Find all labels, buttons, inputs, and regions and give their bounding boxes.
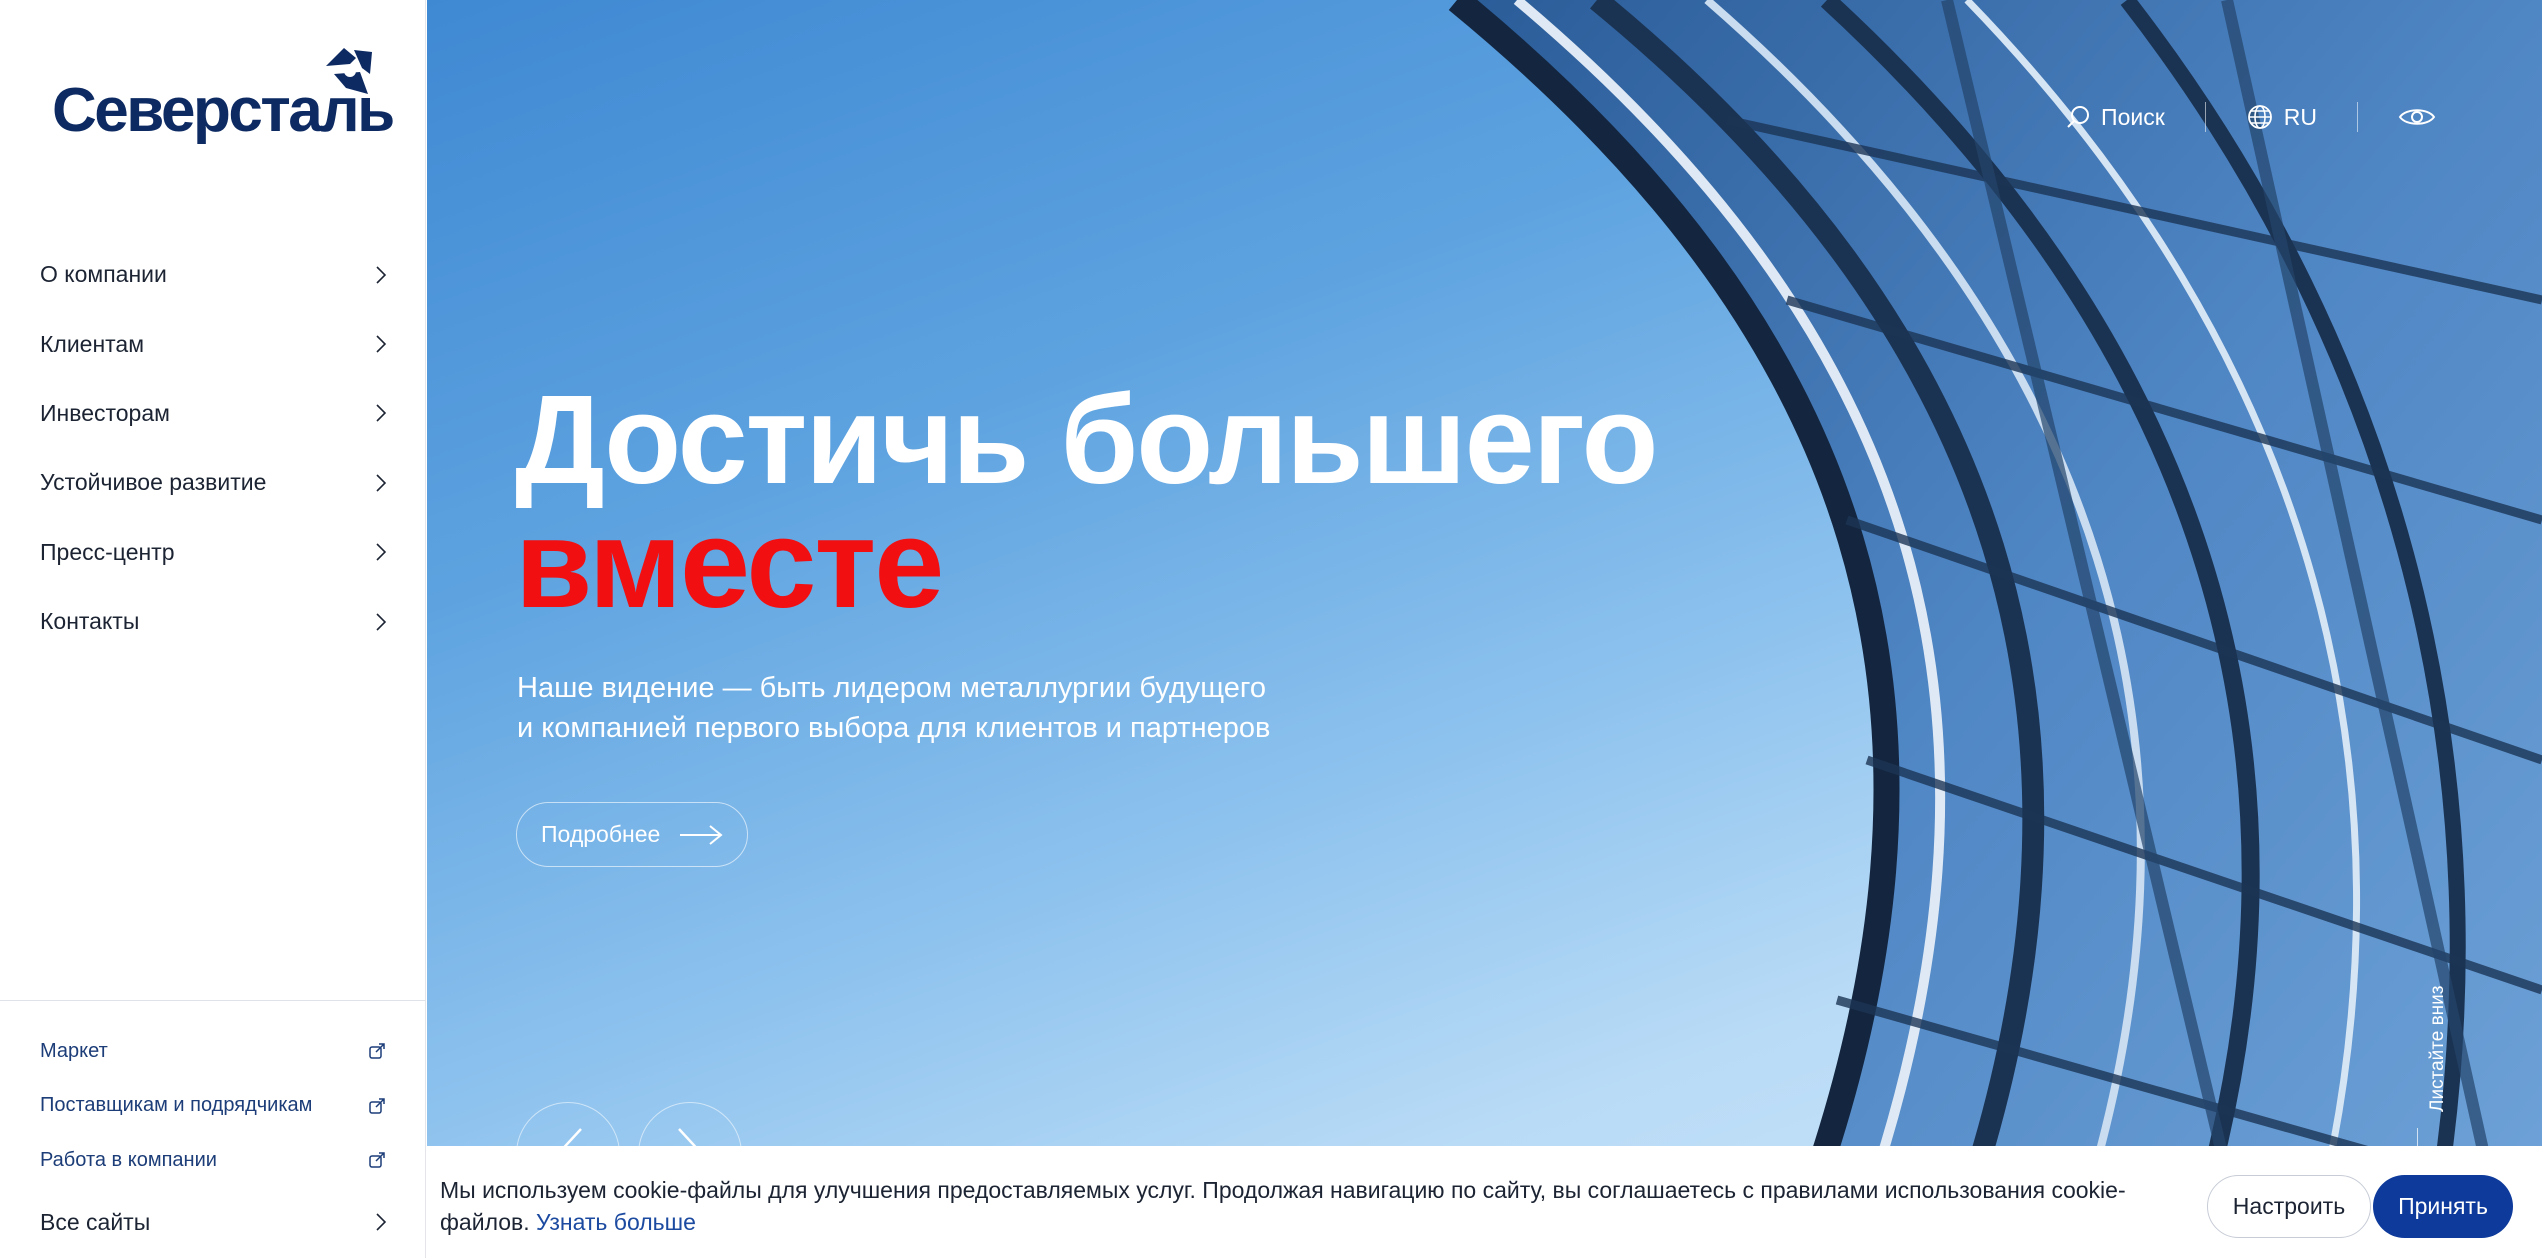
sidebar-item-label: Клиентам bbox=[40, 330, 145, 357]
accessibility-button[interactable] bbox=[2398, 105, 2436, 129]
cookie-text: Мы используем cookie-файлы для улучшения… bbox=[440, 1174, 2180, 1238]
external-links: Маркет Поставщикам и подрядчикам Работа … bbox=[0, 1024, 426, 1188]
top-toolbar: Поиск RU bbox=[2065, 100, 2436, 134]
search-label: Поиск bbox=[2101, 103, 2165, 130]
sidebar-item-sustainability[interactable]: Устойчивое развитие bbox=[0, 448, 426, 517]
sidebar-item-label: О компании bbox=[40, 261, 167, 288]
more-button-label: Подробнее bbox=[541, 821, 661, 847]
eye-icon bbox=[2398, 109, 2436, 125]
ext-link-label: Маркет bbox=[40, 1039, 108, 1062]
scroll-hint-label: Листайте вниз bbox=[2427, 985, 2448, 1113]
scroll-down-hint[interactable]: Листайте вниз bbox=[2421, 970, 2451, 1120]
main-nav: О компании Клиентам Инвесторам Устойчиво… bbox=[0, 240, 426, 656]
chevron-right-icon bbox=[376, 474, 387, 492]
arrow-right-icon bbox=[680, 824, 723, 845]
chevron-right-icon bbox=[376, 543, 387, 561]
sidebar-item-about[interactable]: О компании bbox=[0, 240, 426, 309]
chevron-right-icon bbox=[376, 335, 387, 353]
sidebar-item-label: Инвесторам bbox=[40, 399, 170, 426]
chevron-right-icon bbox=[376, 1213, 387, 1231]
hero-subtitle: Наше видение — быть лидером металлургии … bbox=[517, 668, 1417, 748]
logo-mark-icon bbox=[326, 48, 372, 94]
all-sites-label: Все сайты bbox=[40, 1208, 151, 1235]
sidebar-item-label: Контакты bbox=[40, 608, 140, 635]
cookie-banner: Мы используем cookie-файлы для улучшения… bbox=[427, 1146, 2542, 1258]
external-link-icon bbox=[369, 1152, 385, 1168]
external-link-icon bbox=[369, 1043, 385, 1059]
ext-link-market[interactable]: Маркет bbox=[0, 1024, 426, 1079]
sidebar-item-investors[interactable]: Инвесторам bbox=[0, 379, 426, 448]
hero-title-line1: Достичь большего bbox=[515, 369, 1658, 510]
scroll-indicator-line bbox=[2417, 1128, 2418, 1148]
hero-section: Поиск RU Достичь большего вместе Наше ви… bbox=[427, 0, 2542, 1258]
hero-title: Достичь большего вместе bbox=[515, 369, 1658, 634]
globe-icon bbox=[2247, 105, 2272, 129]
ext-link-suppliers[interactable]: Поставщикам и подрядчикам bbox=[0, 1079, 426, 1134]
sidebar-item-contacts[interactable]: Контакты bbox=[0, 587, 426, 656]
language-switcher[interactable]: RU bbox=[2246, 103, 2317, 131]
toolbar-divider bbox=[2357, 102, 2358, 132]
sidebar-item-clients[interactable]: Клиентам bbox=[0, 309, 426, 378]
cookie-settings-button[interactable]: Настроить bbox=[2207, 1175, 2371, 1238]
hero-subtitle-line2: и компанией первого выбора для клиентов … bbox=[517, 712, 1271, 744]
sidebar-item-label: Устойчивое развитие bbox=[40, 469, 267, 496]
hero-subtitle-line1: Наше видение — быть лидером металлургии … bbox=[517, 672, 1266, 704]
chevron-right-icon bbox=[376, 266, 387, 284]
more-button[interactable]: Подробнее bbox=[516, 802, 748, 867]
ext-link-label: Работа в компании bbox=[40, 1148, 217, 1171]
language-label: RU bbox=[2283, 103, 2317, 130]
sidebar-item-press[interactable]: Пресс-центр bbox=[0, 518, 426, 587]
cookie-accept-button[interactable]: Принять bbox=[2373, 1175, 2513, 1238]
cookie-learn-more-link[interactable]: Узнать больше bbox=[536, 1209, 696, 1235]
search-icon bbox=[2067, 106, 2090, 128]
ext-link-label: Поставщикам и подрядчикам bbox=[40, 1094, 313, 1117]
search-button[interactable]: Поиск bbox=[2065, 104, 2165, 131]
all-sites-button[interactable]: Все сайты bbox=[0, 1192, 426, 1252]
toolbar-divider bbox=[2204, 102, 2206, 132]
logo[interactable]: Северсталь bbox=[52, 44, 395, 144]
chevron-right-icon bbox=[376, 404, 387, 423]
ext-link-careers[interactable]: Работа в компании bbox=[0, 1133, 426, 1188]
sidebar: Северсталь О компании Клиентам Инвестора… bbox=[0, 0, 426, 1258]
sidebar-item-label: Пресс-центр bbox=[40, 538, 175, 565]
sidebar-divider bbox=[0, 1000, 426, 1001]
external-link-icon bbox=[369, 1098, 385, 1114]
chevron-right-icon bbox=[376, 613, 387, 631]
hero-title-line2: вместе bbox=[515, 493, 944, 634]
